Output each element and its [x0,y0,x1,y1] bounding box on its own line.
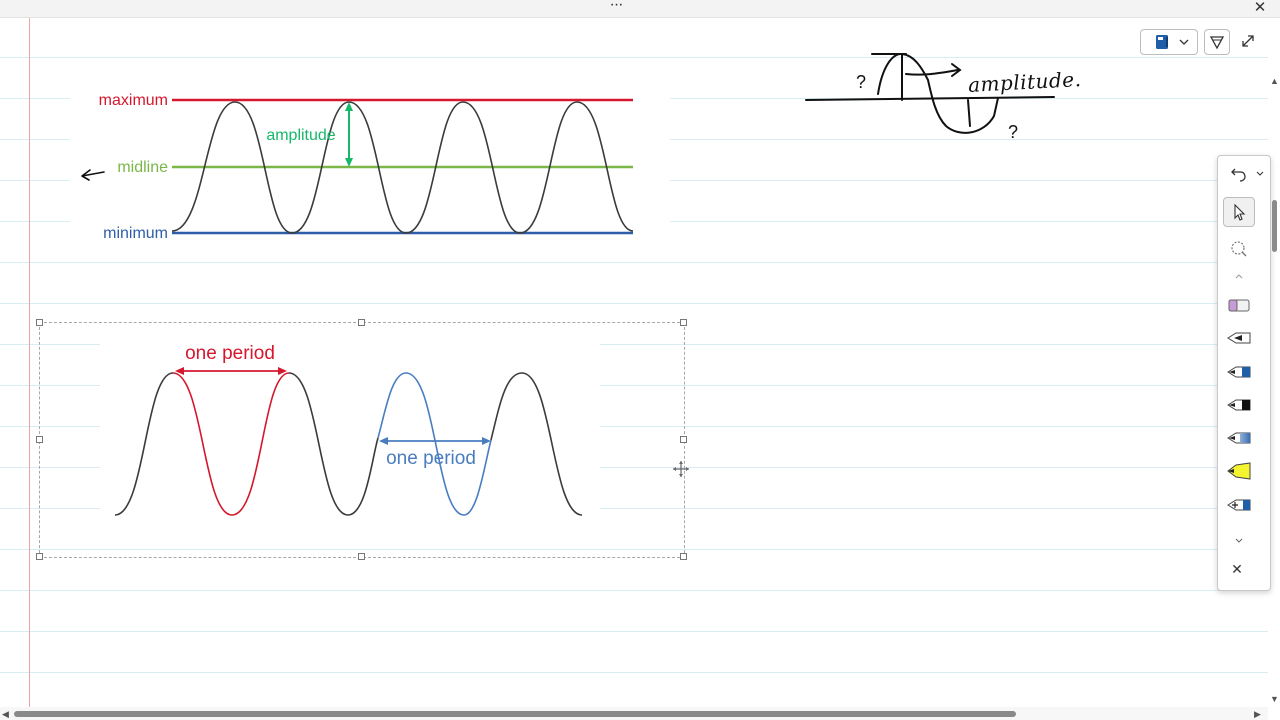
resize-handle-b[interactable] [358,553,365,560]
scroll-left-arrow-icon[interactable]: ◀ [2,709,9,719]
scroll-down-arrow-icon[interactable]: ▼ [1270,694,1279,704]
margin-line [29,18,30,708]
highlighter-yellow-button[interactable] [1223,456,1255,486]
undo-dropdown-icon[interactable] [1256,170,1264,178]
window-title-bar: ··· ✕ [0,0,1280,18]
ink-arrow-left [81,169,105,181]
close-pen-toolbar-button[interactable]: ✕ [1227,559,1247,579]
resize-handle-r[interactable] [680,436,687,443]
vertical-scrollbar[interactable]: ▲ ▼ [1268,74,1280,708]
pen-add-button[interactable] [1223,490,1255,520]
scroll-up-arrow-icon[interactable]: ▲ [1270,76,1279,86]
scroll-up-icon[interactable] [1235,273,1243,279]
scroll-down-icon[interactable] [1235,538,1243,544]
pen-blue-icon [1227,366,1251,378]
undo-button[interactable] [1223,159,1255,189]
pen-toolbar: ✕ [1217,155,1271,591]
more-options-button[interactable]: ··· [604,0,628,15]
pen-add-icon [1227,499,1251,511]
ink-to-shape-button[interactable] [1204,29,1230,55]
scroll-right-arrow-icon[interactable]: ▶ [1254,709,1261,719]
period-label-red: one period [185,343,275,364]
close-window-button[interactable]: ✕ [1250,0,1270,17]
pen-black-button[interactable] [1223,323,1255,353]
pen-black-icon [1227,332,1251,344]
resize-handle-br[interactable] [680,553,687,560]
select-tool-button[interactable] [1223,197,1255,227]
chevron-down-icon [1179,39,1189,45]
move-cursor-icon [673,461,689,477]
figure-period-diagram[interactable]: one period one period [100,338,600,523]
note-canvas[interactable]: maximum midline minimum amplitude one pe… [0,18,1268,708]
ink-question-1: ? [856,72,867,92]
midline-label: midline [117,159,168,176]
notebook-button[interactable] [1140,29,1198,55]
amplitude-label: amplitude [266,127,335,144]
pen-gradient-icon [1227,432,1251,444]
resize-handle-tl[interactable] [36,319,43,326]
highlighter-icon [1227,462,1251,480]
notebook-icon [1156,35,1168,49]
eraser-icon [1228,299,1250,312]
resize-handle-t[interactable] [358,319,365,326]
maximum-label: maximum [99,92,168,109]
eraser-tool-button[interactable] [1223,290,1255,320]
vertical-scroll-thumb[interactable] [1272,200,1277,252]
lasso-tool-button[interactable] [1223,234,1255,264]
resize-handle-tr[interactable] [680,319,687,326]
expand-icon[interactable] [1238,31,1258,51]
undo-icon [1231,168,1246,182]
pen-blue-button[interactable] [1223,357,1255,387]
minimum-label: minimum [103,225,168,242]
lasso-icon [1231,241,1247,257]
period-label-blue: one period [386,448,476,469]
horizontal-scroll-thumb[interactable] [14,711,1016,717]
resize-handle-l[interactable] [36,436,43,443]
ink-question-2: ? [1008,122,1019,142]
horizontal-scrollbar[interactable]: ◀ ▶ [0,707,1268,720]
resize-handle-bl[interactable] [36,553,43,560]
figure-amplitude-diagram[interactable]: maximum midline minimum amplitude [70,80,670,250]
cursor-arrow-icon [1234,203,1246,221]
pen-gradient-button[interactable] [1223,423,1255,453]
ink-to-shape-icon [1209,36,1225,50]
pen-dark-button[interactable] [1223,390,1255,420]
pen-dark-icon [1227,399,1251,411]
